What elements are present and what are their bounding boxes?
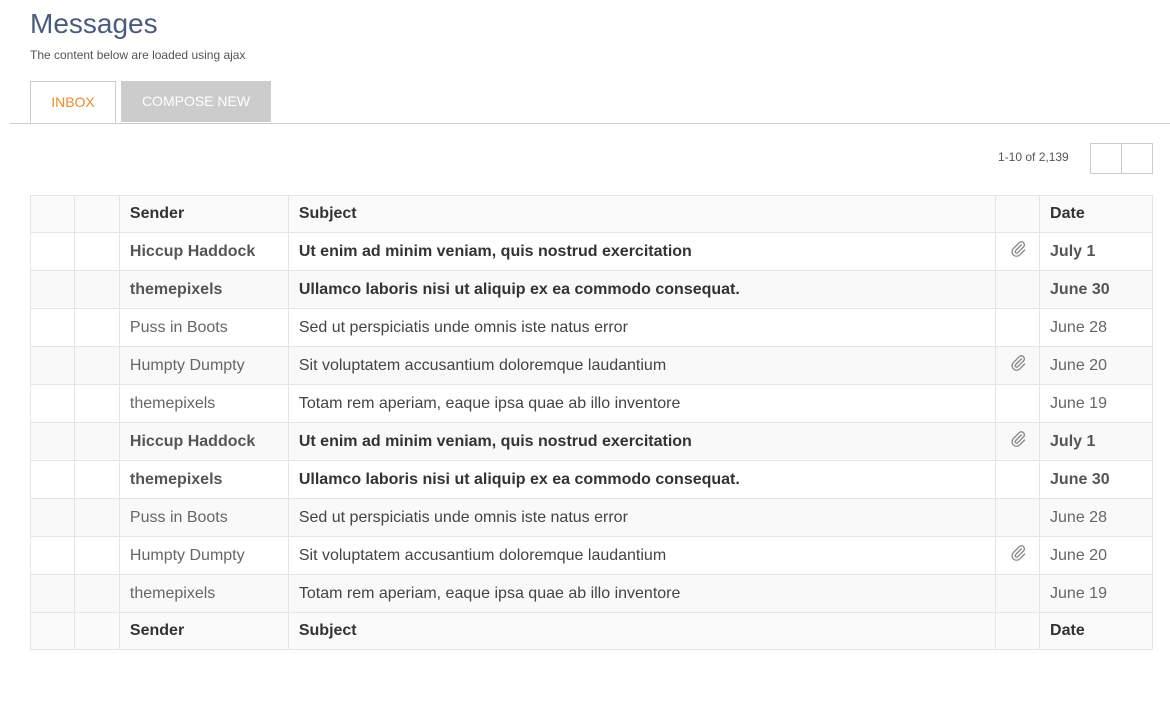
row-attachment-cell [995,308,1041,347]
row-sender[interactable]: themepixels [118,574,289,613]
table-footer-row: Sender Subject Date [30,612,1153,650]
table-row[interactable]: Humpty Dumpty Sit voluptatem accusantium … [30,346,1153,385]
row-attachment-cell [995,460,1041,499]
table-row[interactable]: themepixels Totam rem aperiam, eaque ipsa… [30,384,1153,423]
row-date: June 19 [1039,384,1153,423]
pagination-text: 1-10 of 2,139 [998,150,1069,164]
prev-page-button[interactable] [1090,143,1122,174]
table-row[interactable]: Hiccup Haddock Ut enim ad minim veniam, q… [30,422,1153,461]
row-sender[interactable]: themepixels [118,384,289,423]
table-row[interactable]: Puss in Boots Sed ut perspiciatis unde om… [30,498,1153,537]
row-date: June 30 [1039,460,1153,499]
page-subtitle: The content below are loaded using ajax [30,48,246,62]
row-select-cell[interactable] [30,232,75,271]
row-date: June 20 [1039,536,1153,575]
header-select [30,195,75,233]
row-subject[interactable]: Sit voluptatem accusantium doloremque la… [287,536,997,575]
row-subject[interactable]: Totam rem aperiam, eaque ipsa quae ab il… [287,384,997,423]
row-sender[interactable]: Hiccup Haddock [118,232,289,271]
footer-date[interactable]: Date [1039,612,1153,650]
row-attachment-cell [995,270,1041,309]
header-date[interactable]: Date [1039,195,1153,233]
row-select-cell[interactable] [30,536,75,575]
paperclip-icon [1009,354,1027,377]
row-star-cell[interactable] [73,422,120,461]
row-select-cell[interactable] [30,346,75,385]
row-date: July 1 [1039,422,1153,461]
table-header-row: Sender Subject Date [30,195,1153,233]
tab-compose-new[interactable]: COMPOSE NEW [121,81,271,122]
page-title: Messages [30,8,158,39]
row-subject[interactable]: Ullamco laboris nisi ut aliquip ex ea co… [287,460,997,499]
row-select-cell[interactable] [30,270,75,309]
header-star [73,195,120,233]
footer-attachment [995,612,1041,650]
row-subject[interactable]: Sed ut perspiciatis unde omnis iste natu… [287,308,997,347]
footer-select [30,612,75,650]
messages-table: Sender Subject Date Hiccup Haddock Ut eni… [30,195,1153,650]
row-star-cell[interactable] [73,346,120,385]
table-row[interactable]: themepixels Ullamco laboris nisi ut aliqu… [30,270,1153,309]
row-star-cell[interactable] [73,232,120,271]
row-select-cell[interactable] [30,308,75,347]
row-date: June 28 [1039,308,1153,347]
row-select-cell[interactable] [30,498,75,537]
row-subject[interactable]: Ut enim ad minim veniam, quis nostrud ex… [287,232,997,271]
next-page-button[interactable] [1121,143,1153,174]
row-sender[interactable]: Puss in Boots [118,308,289,347]
row-date: June 19 [1039,574,1153,613]
row-select-cell[interactable] [30,574,75,613]
row-star-cell[interactable] [73,308,120,347]
row-subject[interactable]: Ullamco laboris nisi ut aliquip ex ea co… [287,270,997,309]
row-select-cell[interactable] [30,422,75,461]
row-attachment-cell [995,422,1041,461]
row-attachment-cell [995,574,1041,613]
table-row[interactable]: Puss in Boots Sed ut perspiciatis unde om… [30,308,1153,347]
tab-bar: INBOX COMPOSE NEW [10,81,1170,124]
paperclip-icon [1009,240,1027,263]
tab-inbox[interactable]: INBOX [30,81,116,123]
header-attachment [995,195,1041,233]
row-sender[interactable]: themepixels [118,460,289,499]
row-attachment-cell [995,384,1041,423]
row-subject[interactable]: Ut enim ad minim veniam, quis nostrud ex… [287,422,997,461]
row-date: June 30 [1039,270,1153,309]
table-row[interactable]: Humpty Dumpty Sit voluptatem accusantium … [30,536,1153,575]
row-select-cell[interactable] [30,460,75,499]
row-date: June 20 [1039,346,1153,385]
header-sender[interactable]: Sender [118,195,289,233]
row-sender[interactable]: Hiccup Haddock [118,422,289,461]
row-star-cell[interactable] [73,536,120,575]
table-row[interactable]: themepixels Ullamco laboris nisi ut aliqu… [30,460,1153,499]
row-date: June 28 [1039,498,1153,537]
footer-subject[interactable]: Subject [287,612,997,650]
footer-sender[interactable]: Sender [118,612,289,650]
row-sender[interactable]: Humpty Dumpty [118,346,289,385]
row-select-cell[interactable] [30,384,75,423]
row-attachment-cell [995,536,1041,575]
row-subject[interactable]: Sed ut perspiciatis unde omnis iste natu… [287,498,997,537]
row-date: July 1 [1039,232,1153,271]
paperclip-icon [1009,430,1027,453]
row-subject[interactable]: Totam rem aperiam, eaque ipsa quae ab il… [287,574,997,613]
row-sender[interactable]: themepixels [118,270,289,309]
row-sender[interactable]: Humpty Dumpty [118,536,289,575]
row-star-cell[interactable] [73,498,120,537]
row-star-cell[interactable] [73,574,120,613]
row-attachment-cell [995,498,1041,537]
table-row[interactable]: themepixels Totam rem aperiam, eaque ipsa… [30,574,1153,613]
row-attachment-cell [995,346,1041,385]
paperclip-icon [1009,544,1027,567]
footer-star [73,612,120,650]
row-sender[interactable]: Puss in Boots [118,498,289,537]
table-row[interactable]: Hiccup Haddock Ut enim ad minim veniam, q… [30,232,1153,271]
row-attachment-cell [995,232,1041,271]
row-star-cell[interactable] [73,384,120,423]
header-subject[interactable]: Subject [287,195,997,233]
row-star-cell[interactable] [73,460,120,499]
row-subject[interactable]: Sit voluptatem accusantium doloremque la… [287,346,997,385]
row-star-cell[interactable] [73,270,120,309]
